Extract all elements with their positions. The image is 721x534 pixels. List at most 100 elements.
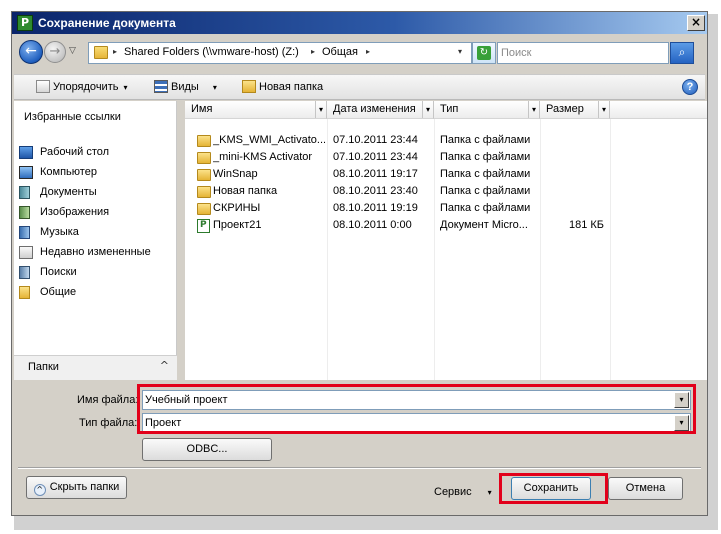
file-type: Папка с файлами [440,168,531,180]
folder-icon [197,169,211,181]
chevron-up-icon: ^ [33,484,46,496]
filename-label: Имя файла: [77,394,139,406]
breadcrumb-shared-folders[interactable]: Shared Folders (\\vmware-host) (Z:) [124,46,299,58]
hide-folders-button[interactable]: ^ Скрыть папки [26,476,127,499]
app-icon: P [17,15,33,31]
file-date: 07.10.2011 23:44 [333,151,418,163]
sidebar-item-searches[interactable]: Поиски [18,263,174,281]
pictures-icon [19,206,30,219]
breadcrumb-arrow-icon[interactable]: ▸ [311,47,315,56]
chevron-down-icon[interactable]: ▾ [422,101,433,118]
file-date: 07.10.2011 23:44 [333,134,418,146]
chevron-down-icon[interactable]: ▾ [598,101,609,118]
search-input[interactable] [499,44,665,62]
organize-button[interactable]: Упорядочить ▾ [36,80,127,93]
sidebar-item-label: Общие [40,286,77,298]
folders-label: Папки [28,361,59,373]
file-name: WinSnap [213,168,258,180]
recent-icon [19,246,33,259]
address-bar[interactable]: ▸ Shared Folders (\\vmware-host) (Z:) ▸ … [88,42,472,64]
hide-folders-label: Скрыть папки [49,481,120,493]
chevron-down-icon[interactable]: ▾ [528,101,539,118]
breadcrumb-arrow-icon[interactable]: ▸ [113,47,117,56]
file-name: Новая папка [213,185,278,197]
service-menu-button[interactable]: Сервис ▾ [434,486,492,498]
file-name: Проект21 [213,219,262,231]
odbc-button[interactable]: ODBC... [142,438,272,461]
file-row[interactable]: _KMS_WMI_Activato... 07.10.2011 23:44 Па… [185,132,707,149]
refresh-button[interactable]: ↻ [472,42,496,64]
breadcrumb-arrow-icon[interactable]: ▸ [366,47,370,56]
divider [18,467,701,469]
computer-icon [19,166,33,179]
column-header-date[interactable]: Дата изменения ▾ [327,101,434,119]
address-dropdown-icon[interactable]: ▾ [458,47,462,56]
history-dropdown-icon[interactable]: ▽ [69,46,76,56]
close-button[interactable]: × [687,15,705,31]
documents-icon [19,186,30,199]
search-box[interactable] [497,42,669,64]
file-row[interactable]: WinSnap 08.10.2011 19:17 Папка с файлами [185,166,707,183]
sidebar-item-label: Рабочий стол [40,146,110,158]
file-date: 08.10.2011 23:40 [333,185,418,197]
file-row[interactable]: Новая папка 08.10.2011 23:40 Папка с фай… [185,183,707,200]
sidebar-item-computer[interactable]: Компьютер [18,163,174,181]
service-label: Сервис [434,486,472,498]
folder-icon [197,186,211,198]
file-type: Папка с файлами [440,202,531,214]
file-date: 08.10.2011 0:00 [333,219,412,231]
folder-icon [19,286,30,299]
views-button[interactable]: Виды ▾ [154,80,217,93]
window-title: Сохранение документа [38,16,176,30]
file-type: Папка с файлами [440,134,531,146]
chevron-down-icon: ▾ [123,83,128,92]
favorites-title: Избранные ссылки [24,111,121,123]
highlight-outline [499,473,608,504]
sidebar-item-label: Поиски [40,266,77,278]
file-row[interactable]: _mini-KMS Activator 07.10.2011 23:44 Пап… [185,149,707,166]
help-icon[interactable]: ? [682,79,698,95]
views-label: Виды [171,81,199,93]
pane-splitter[interactable] [177,101,185,380]
file-row[interactable]: СКРИНЫ 08.10.2011 19:19 Папка с файлами [185,200,707,217]
column-header-size[interactable]: Размер ▾ [540,101,610,119]
sidebar-item-label: Музыка [40,226,79,238]
chevron-down-icon[interactable]: ▾ [315,101,326,118]
breadcrumb-general[interactable]: Общая [322,46,358,58]
new-folder-icon [242,80,256,93]
highlight-outline [137,384,696,434]
music-icon [19,226,30,239]
sidebar-item-music[interactable]: Музыка [18,223,174,241]
cancel-button[interactable]: Отмена [608,477,683,500]
sidebar-item-public[interactable]: Общие [18,283,174,301]
file-date: 08.10.2011 19:17 [333,168,418,180]
sidebar-item-documents[interactable]: Документы [18,183,174,201]
file-name: _KMS_WMI_Activato... [213,134,325,146]
file-type: Папка с файлами [440,151,531,163]
forward-button[interactable]: → [44,41,66,63]
sidebar-item-pictures[interactable]: Изображения [18,203,174,221]
file-row[interactable]: Проект21 08.10.2011 0:00 Документ Micro.… [185,217,707,234]
new-folder-label: Новая папка [259,81,324,93]
file-name: СКРИНЫ [213,202,261,214]
new-folder-button[interactable]: Новая папка [242,80,323,93]
column-header-filler [610,101,707,119]
column-header-label: Дата изменения [333,103,416,115]
folders-toggle[interactable]: Папки ^ [14,355,177,380]
column-header-type[interactable]: Тип ▾ [434,101,540,119]
column-header-label: Тип [440,103,459,115]
search-icon[interactable]: ⌕ [670,42,694,64]
sidebar-item-recent[interactable]: Недавно измененные [18,243,174,261]
folder-icon [94,46,108,59]
navigation-bar: ← → ▽ ▸ Shared Folders (\\vmware-host) (… [12,34,707,72]
chevron-up-icon: ^ [159,359,169,372]
sidebar-item-desktop[interactable]: Рабочий стол [18,143,174,161]
file-list: Имя ▾ Дата изменения ▾ Тип ▾ Размер ▾ _K… [185,101,707,380]
refresh-icon: ↻ [477,46,491,60]
save-dialog: P Сохранение документа × ← → ▽ ▸ Shared … [11,11,708,516]
filetype-label: Тип файла: [79,417,138,429]
title-bar: P Сохранение документа × [12,12,707,34]
column-header-name[interactable]: Имя ▾ [185,101,327,119]
back-button[interactable]: ← [19,40,43,64]
folder-icon [197,152,211,164]
